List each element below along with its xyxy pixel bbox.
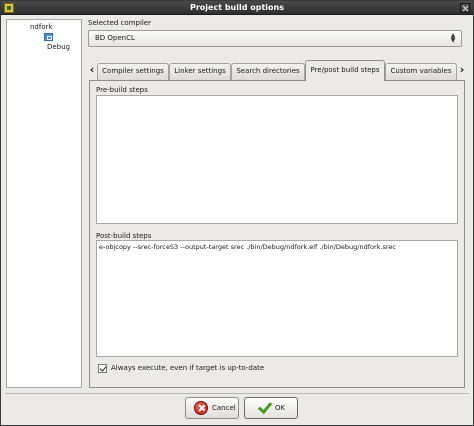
project-build-options-dialog: Project build options ndfork Debug Selec… bbox=[0, 0, 474, 426]
selected-compiler-label: Selected compiler bbox=[88, 19, 152, 27]
tree-item-label: Debug bbox=[47, 43, 71, 51]
pre-post-build-steps-pane: Pre-build steps Post-build steps e-objco… bbox=[89, 80, 465, 388]
cancel-button[interactable]: Cancel bbox=[185, 397, 239, 419]
ok-button-label: OK bbox=[275, 404, 286, 412]
selected-compiler-group: Selected compiler BD OpenCL ▲ ▼ bbox=[87, 19, 467, 56]
tab-compiler-settings[interactable]: Compiler settings bbox=[97, 63, 169, 80]
tab-scroll-left-icon[interactable]: ‹ bbox=[88, 63, 96, 77]
post-build-steps-text: e-objcopy --srec-forceS3 --output-target… bbox=[99, 243, 396, 251]
build-target-tree[interactable]: ndfork Debug bbox=[6, 19, 82, 388]
target-config-icon bbox=[44, 33, 53, 41]
tab-linker-settings[interactable]: Linker settings bbox=[169, 63, 231, 80]
pre-build-steps-textarea[interactable] bbox=[96, 95, 458, 224]
checkmark-icon bbox=[257, 400, 271, 414]
ok-button[interactable]: OK bbox=[244, 397, 298, 419]
updown-arrows-icon: ▲ ▼ bbox=[450, 32, 456, 44]
always-execute-label[interactable]: Always execute, even if target is up-to-… bbox=[111, 364, 264, 372]
tree-item-project[interactable]: ndfork bbox=[30, 23, 53, 31]
post-build-steps-label: Post-build steps bbox=[96, 232, 152, 240]
close-icon[interactable] bbox=[460, 3, 470, 13]
tab-custom-variables[interactable]: Custom variables bbox=[385, 63, 457, 80]
options-tab-strip: ‹ Compiler settings Linker settings Sear… bbox=[87, 60, 467, 81]
always-execute-checkbox[interactable] bbox=[98, 364, 107, 373]
pre-build-steps-label: Pre-build steps bbox=[96, 86, 148, 94]
title-bar[interactable]: Project build options bbox=[1, 1, 473, 15]
window-title: Project build options bbox=[190, 3, 284, 12]
tab-pre-post-build-steps[interactable]: Pre/post build steps bbox=[305, 60, 385, 81]
cancel-button-label: Cancel bbox=[212, 404, 236, 412]
tab-scroll-right-icon[interactable]: › bbox=[458, 63, 466, 77]
tab-search-directories[interactable]: Search directories bbox=[231, 63, 305, 80]
compiler-select-value: BD OpenCL bbox=[95, 34, 135, 42]
compiler-select[interactable]: BD OpenCL ▲ ▼ bbox=[88, 30, 462, 47]
post-build-steps-textarea[interactable]: e-objcopy --srec-forceS3 --output-target… bbox=[96, 240, 458, 357]
cancel-icon bbox=[194, 401, 208, 415]
button-bar-divider bbox=[5, 393, 469, 394]
